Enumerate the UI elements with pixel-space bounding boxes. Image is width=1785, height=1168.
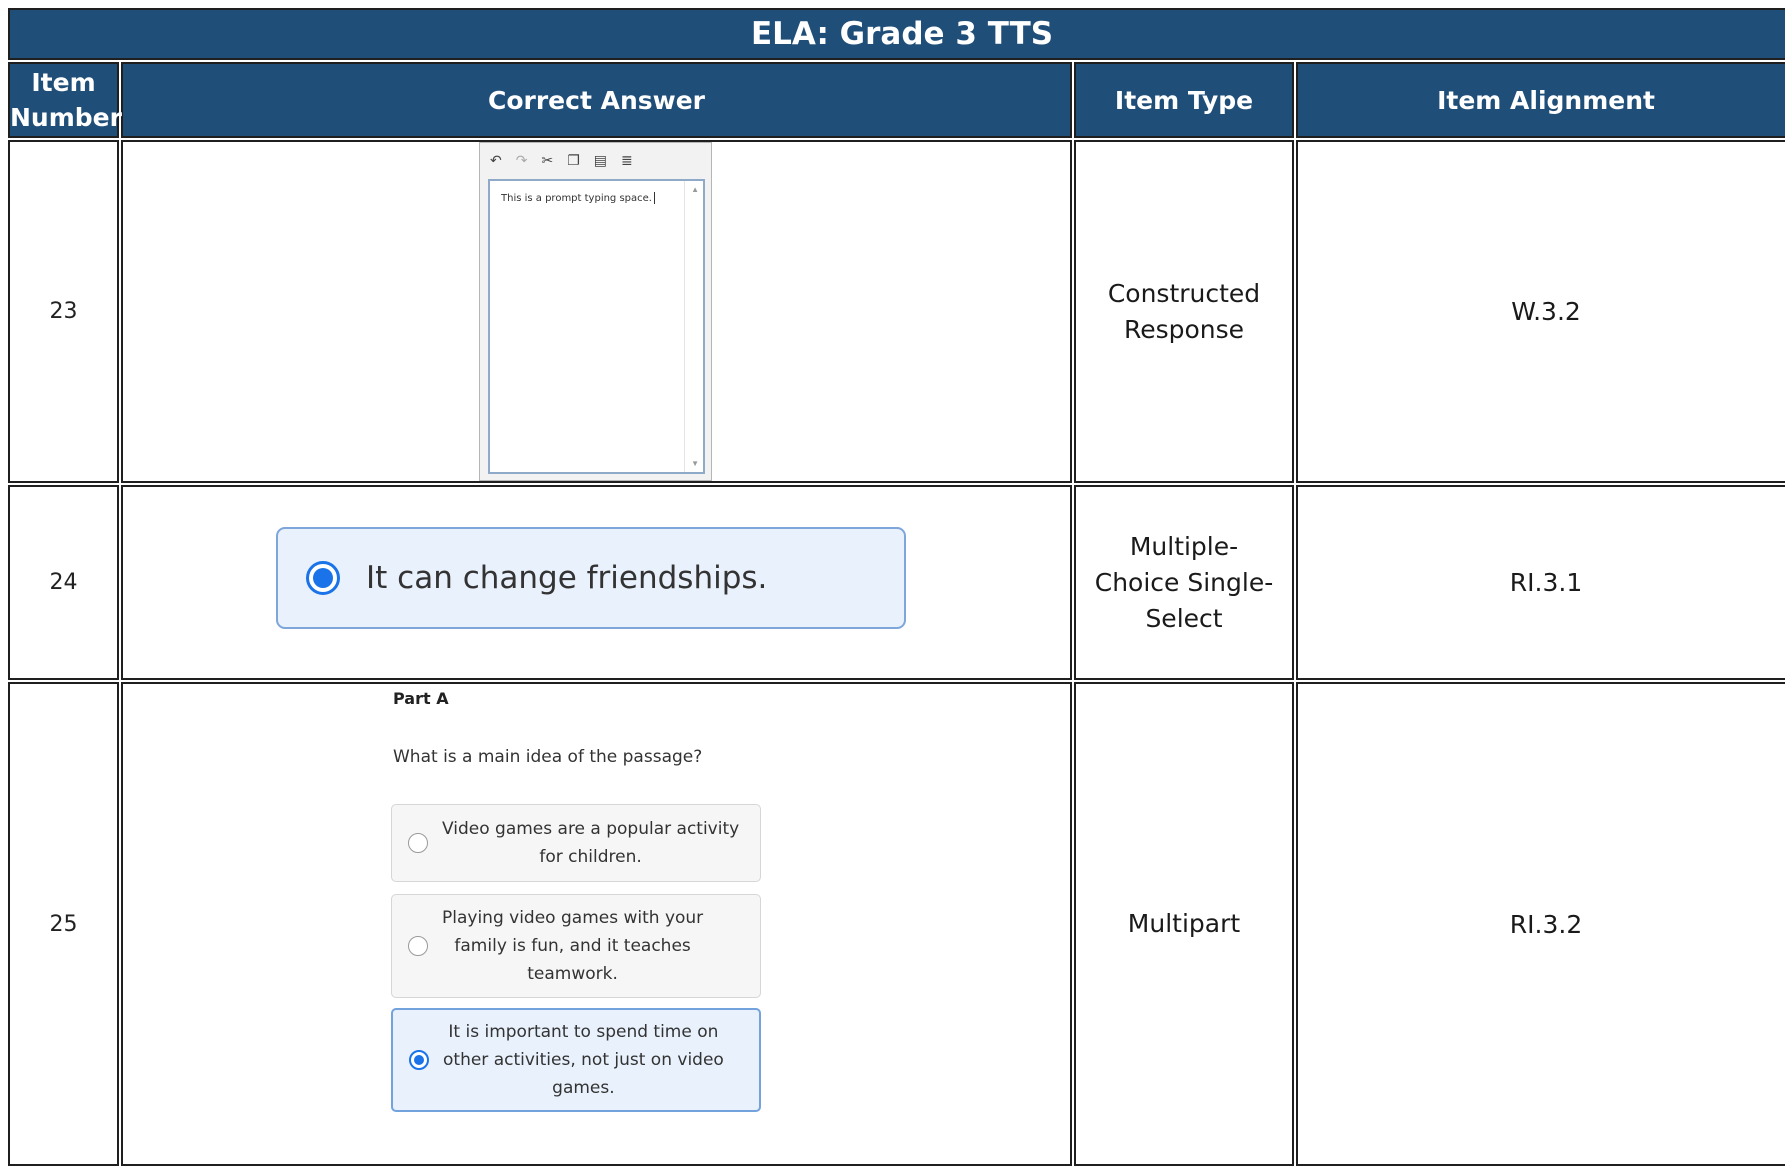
paste-icon: ▤	[593, 153, 607, 169]
option-text-line: Playing video games with your	[442, 908, 704, 928]
header-item-number: Item Number	[8, 62, 122, 138]
table-row: 24 It can change friendships. Multiple-C…	[8, 485, 1785, 680]
option-text-line: Video games are a popular activity	[442, 819, 740, 839]
item-type: Multiple-Choice Single-Select	[1074, 485, 1294, 680]
option-text-line: teamwork.	[527, 964, 618, 984]
header-correct-answer: Correct Answer	[121, 62, 1072, 138]
cut-icon: ✂	[541, 153, 554, 169]
copy-icon: ❐	[567, 153, 580, 169]
answer-key-page: ELA: Grade 3 TTS Item Number Correct Ans…	[0, 0, 1785, 1168]
editor-toolbar: ↶ ↷ ✂ ❐ ▤ ≣	[480, 143, 711, 179]
item-alignment: RI.3.2	[1296, 682, 1785, 1166]
choice-text: It can change friendships.	[366, 560, 768, 596]
part-label: Part A	[393, 689, 449, 708]
item-alignment: RI.3.1	[1296, 485, 1785, 680]
option-text-line: family is fun, and it teaches	[454, 936, 691, 956]
item-type: Multipart	[1074, 682, 1294, 1166]
radio-unselected-icon	[408, 936, 428, 956]
question-text: What is a main idea of the passage?	[393, 747, 703, 767]
correct-answer-cell: It can change friendships.	[121, 485, 1072, 680]
scroll-up-arrow-icon: ▲	[691, 185, 699, 194]
answer-option: Video games are a popular activity for c…	[391, 804, 761, 882]
option-text-line: It is important to spend time on	[448, 1022, 719, 1042]
table-row: 23 ↶ ↷ ✂ ❐ ▤ ≣ This is a prompt typing s…	[8, 140, 1785, 483]
answer-key-table: ELA: Grade 3 TTS Item Number Correct Ans…	[6, 6, 1785, 1168]
option-text-line: for children.	[539, 847, 642, 867]
item-type: Constructed Response	[1074, 140, 1294, 483]
item-number: 23	[8, 140, 119, 483]
item-number: 25	[8, 682, 119, 1166]
radio-unselected-icon	[408, 833, 428, 853]
option-text-line: other activities, not just on video	[443, 1050, 724, 1070]
option-text-line: games.	[552, 1078, 615, 1098]
header-item-type: Item Type	[1074, 62, 1294, 138]
radio-selected-icon	[409, 1050, 429, 1070]
spellcheck-icon: ≣	[621, 153, 633, 169]
text-editor-image: ↶ ↷ ✂ ❐ ▤ ≣ This is a prompt typing spac…	[479, 142, 712, 481]
correct-answer-cell: Part A What is a main idea of the passag…	[121, 682, 1072, 1166]
scroll-down-arrow-icon: ▼	[691, 459, 699, 468]
selected-choice-image: It can change friendships.	[276, 527, 906, 629]
redo-icon: ↷	[515, 153, 528, 169]
item-number: 24	[8, 485, 119, 680]
table-title: ELA: Grade 3 TTS	[8, 8, 1785, 60]
correct-answer-cell: ↶ ↷ ✂ ❐ ▤ ≣ This is a prompt typing spac…	[121, 140, 1072, 483]
answer-option: Playing video games with your family is …	[391, 894, 761, 998]
header-item-alignment: Item Alignment	[1296, 62, 1785, 138]
item-type-text: Multiple-Choice Single-Select	[1094, 531, 1274, 633]
table-row: 25 Part A What is a main idea of the pas…	[8, 682, 1785, 1166]
editor-text-area: This is a prompt typing space. ▲ ▼	[488, 179, 705, 474]
undo-icon: ↶	[490, 153, 502, 169]
editor-scrollbar: ▲ ▼	[684, 181, 703, 472]
radio-selected-icon	[306, 561, 340, 595]
text-caret	[653, 192, 655, 204]
item-alignment: W.3.2	[1296, 140, 1785, 483]
editor-text: This is a prompt typing space.	[501, 193, 652, 204]
answer-option-selected: It is important to spend time on other a…	[391, 1008, 761, 1112]
